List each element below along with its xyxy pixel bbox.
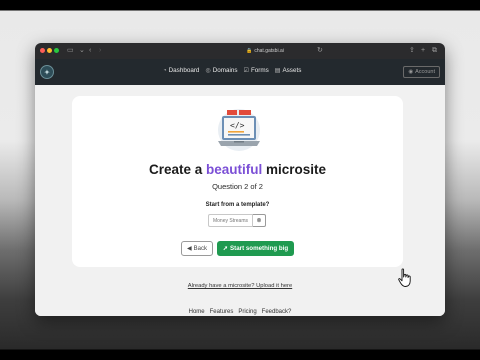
nav-domains[interactable]: ◎ Domains — [205, 67, 237, 74]
create-microsite-card: </> Create a beautiful microsite Questio… — [72, 96, 403, 267]
checkbox-icon: ☑ — [243, 68, 249, 74]
back-arrow-icon[interactable]: ‹ — [89, 46, 91, 55]
rocket-icon: ➚ — [222, 245, 229, 252]
close-window-button[interactable] — [40, 48, 45, 53]
account-button[interactable]: ◉ Account — [403, 66, 440, 78]
template-label: Start from a template? — [205, 202, 270, 208]
footer-link-features[interactable]: Features — [210, 309, 234, 315]
chevron-down-icon[interactable]: ⌄ — [79, 46, 85, 55]
footer-link-pricing[interactable]: Pricing — [238, 309, 256, 315]
nav-domains-label: Domains — [212, 67, 238, 74]
nav-links: ◔ Dashboard ◎ Domains ☑ Forms ▤ Assets — [163, 67, 301, 74]
sidebar-toggle-icon[interactable]: ▭ — [67, 46, 74, 55]
lock-icon: 🔒 — [246, 48, 253, 54]
address-bar[interactable]: 🔒 chat.gatsbi.ai — [205, 46, 325, 56]
back-button[interactable]: ◀ Back — [181, 241, 213, 256]
back-button-label: Back — [193, 245, 207, 252]
page-headline: Create a beautiful microsite — [72, 162, 403, 177]
footer-link-home[interactable]: Home — [189, 309, 205, 315]
headline-accent-word: beautiful — [206, 162, 263, 177]
site-navbar: ✦ ◔ Dashboard ◎ Domains ☑ Forms ▤ Assets… — [35, 59, 445, 85]
arrow-left-circle-icon: ◀ — [187, 246, 192, 252]
account-label: Account — [415, 69, 435, 75]
nav-dashboard-label: Dashboard — [168, 67, 200, 74]
browser-titlebar: ▭ ⌄ ‹ › 🔒 chat.gatsbi.ai ↻ ⇪ + ⧉ — [35, 43, 445, 59]
main-content: </> Create a beautiful microsite Questio… — [35, 85, 445, 316]
svg-text:</>: </> — [230, 121, 245, 130]
minimize-window-button[interactable] — [47, 48, 52, 53]
dashboard-icon: ◔ — [163, 67, 167, 74]
start-button-label: Start something big — [230, 245, 289, 252]
template-select[interactable]: Money Streams — [208, 214, 253, 227]
user-icon: ◉ — [408, 69, 414, 75]
start-something-big-button[interactable]: ➚ Start something big — [217, 241, 294, 256]
tab-overview-icon[interactable]: ⧉ — [432, 46, 437, 55]
template-picker: Money Streams ⊗ — [208, 214, 266, 227]
images-icon: ▤ — [274, 68, 281, 74]
nav-assets-label: Assets — [282, 67, 302, 74]
compass-logo-icon[interactable]: ✦ — [40, 65, 54, 79]
browser-window: ▭ ⌄ ‹ › 🔒 chat.gatsbi.ai ↻ ⇪ + ⧉ ✦ ◔ Das… — [35, 43, 445, 316]
nav-assets[interactable]: ▤ Assets — [275, 67, 302, 74]
headline-prefix: Create a — [148, 162, 206, 177]
laptop-code-illustration: </> — [218, 109, 260, 151]
nav-forms-label: Forms — [250, 67, 269, 74]
hand-pointer-cursor-icon — [398, 268, 411, 287]
close-circle-icon: ⊗ — [256, 218, 262, 224]
nav-forms[interactable]: ☑ Forms — [244, 67, 269, 74]
question-progress: Question 2 of 2 — [212, 182, 263, 191]
forward-arrow-icon[interactable]: › — [99, 46, 101, 55]
nav-dashboard[interactable]: ◔ Dashboard — [163, 67, 199, 74]
new-tab-icon[interactable]: + — [421, 46, 425, 55]
headline-suffix: microsite — [262, 162, 327, 177]
globe-icon: ◎ — [205, 68, 211, 74]
share-icon[interactable]: ⇪ — [409, 46, 415, 55]
site-footer: Home Features Pricing Feedback? — [35, 309, 445, 315]
clear-template-button[interactable]: ⊗ — [253, 214, 266, 227]
upload-microsite-link[interactable]: Already have a microsite? Upload it here — [35, 283, 445, 289]
maximize-window-button[interactable] — [54, 48, 59, 53]
reload-icon[interactable]: ↻ — [317, 46, 323, 55]
footer-link-feedback[interactable]: Feedback? — [262, 309, 292, 315]
url-text: chat.gatsbi.ai — [254, 48, 284, 54]
